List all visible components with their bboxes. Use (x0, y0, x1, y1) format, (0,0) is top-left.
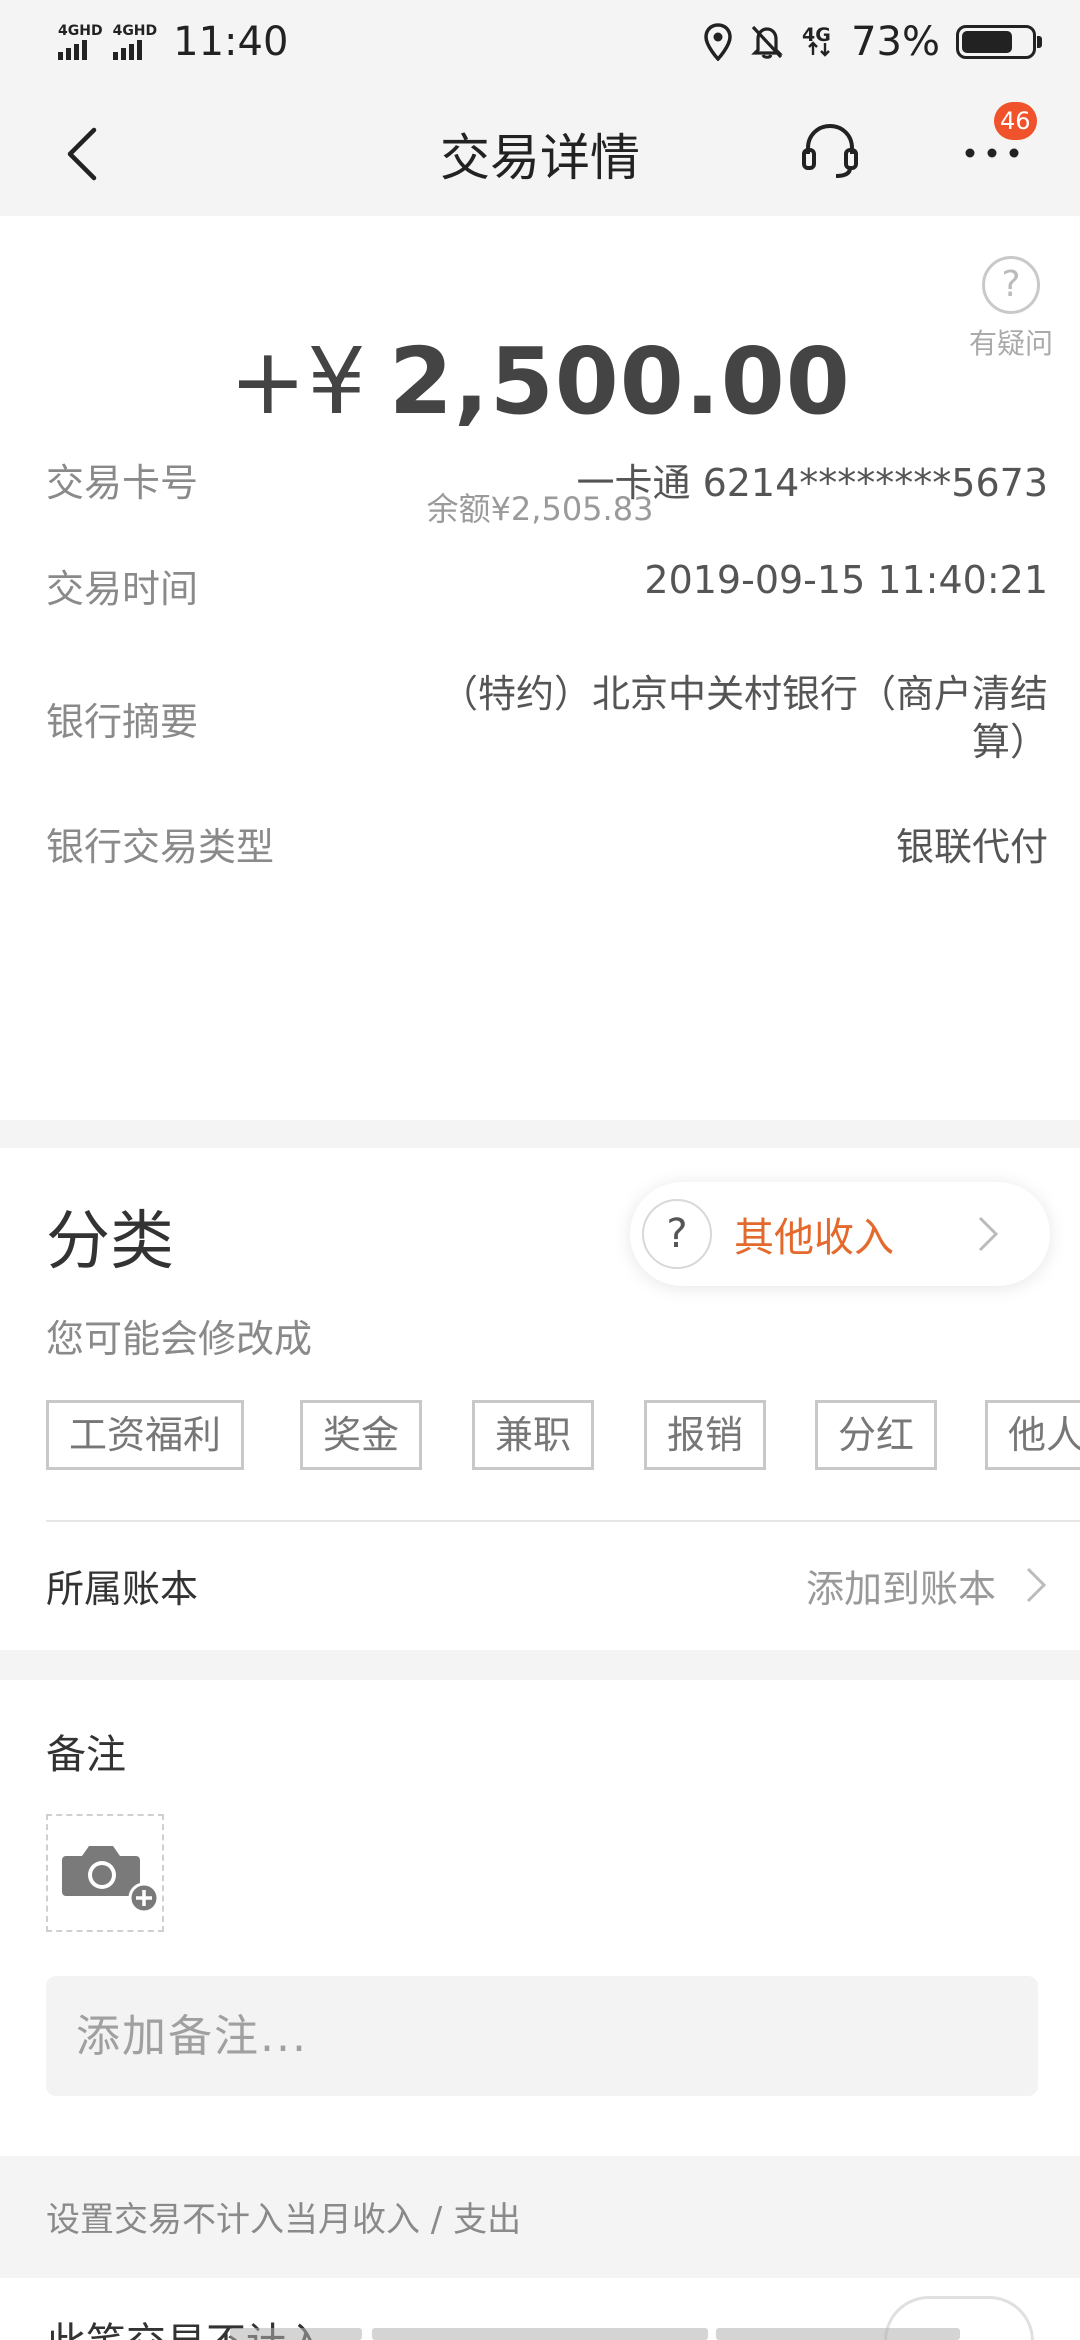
category-selector[interactable]: ? 其他收入 (630, 1182, 1050, 1286)
category-tag[interactable]: 他人转账 (985, 1400, 1080, 1470)
add-photo-button[interactable] (46, 1814, 164, 1932)
nav-bar-segment (230, 2328, 362, 2340)
account-book-row[interactable]: 所属账本 添加到账本 (46, 1522, 1048, 1648)
camera-add-icon (62, 1846, 160, 1914)
amount-value: 2,500.00 (388, 328, 851, 435)
status-bar: 4GHD 4GHD 11:40 4G 73% (0, 0, 1080, 84)
app-header: 交易详情 46 (0, 84, 1080, 216)
location-icon (704, 23, 732, 61)
more-dots-icon[interactable] (962, 138, 1022, 168)
detail-label: 交易时间 (46, 567, 199, 611)
battery-icon (956, 25, 1042, 59)
battery-fill (962, 31, 1012, 53)
question-icon: ? (982, 256, 1040, 314)
detail-label: 银行交易类型 (46, 825, 275, 869)
question-icon: ? (642, 1199, 712, 1269)
notification-badge: 46 (994, 102, 1037, 140)
status-time: 11:40 (173, 19, 289, 65)
chevron-right-icon (1026, 1567, 1047, 1603)
signal-1-label: 4GHD (58, 23, 103, 39)
exclude-section-header: 设置交易不计入当月收入 / 支出 (46, 2200, 522, 2240)
signal-1: 4GHD (58, 24, 103, 60)
signal-2-label: 4GHD (112, 23, 158, 39)
account-book-label: 所属账本 (46, 1566, 199, 1611)
category-title: 分类 (46, 1205, 174, 1279)
detail-row-type: 银行交易类型 银联代付 (46, 816, 1048, 871)
4g-icon: 4G (802, 24, 831, 57)
transaction-amount: +¥ 2,500.00 (0, 328, 1080, 435)
category-tag[interactable]: 分红 (815, 1400, 938, 1470)
nav-bar-segment (372, 2328, 708, 2340)
bell-muted-icon (751, 25, 783, 59)
detail-row-time: 交易时间 2019-09-15 11:40:21 (46, 558, 1048, 613)
nav-bar-segment (716, 2328, 960, 2340)
chevron-right-icon (978, 1216, 999, 1252)
amount-prefix: +¥ (229, 328, 367, 435)
detail-label: 银行摘要 (46, 699, 199, 744)
note-card: 备注 (0, 1680, 1080, 2156)
category-hint: 您可能会修改成 (46, 1317, 313, 1361)
category-suggestions: 工资福利 奖金 兼职 报销 分红 他人转账 (46, 1400, 1080, 1472)
category-tag[interactable]: 报销 (644, 1400, 767, 1470)
exclude-card: 此笔交易不计入 (0, 2278, 1080, 2340)
detail-value: 2019-09-15 11:40:21 (644, 558, 1048, 602)
headset-icon[interactable] (800, 120, 860, 180)
signal-bars-icon (112, 38, 142, 60)
detail-value: （特约）北京中关村银行（商户清结 算） (440, 670, 1048, 766)
detail-value-line-1: （特约）北京中关村银行（商户清结 (439, 672, 1048, 716)
detail-label: 交易卡号 (46, 461, 199, 505)
category-selected: 其他收入 (734, 1215, 894, 1261)
note-input[interactable] (46, 1976, 1038, 2096)
transaction-card: ? 有疑问 +¥ 2,500.00 余额¥2,505.83 交易卡号 一卡通 62… (0, 216, 1080, 1120)
detail-value-line-2: 算） (971, 720, 1048, 764)
detail-value: 一卡通 6214********5673 (576, 461, 1049, 505)
battery-percent: 73% (851, 19, 940, 65)
svg-text:4G: 4G (802, 24, 831, 46)
signal-2: 4GHD (112, 23, 158, 60)
detail-value: 银联代付 (895, 825, 1048, 869)
note-label: 备注 (46, 1732, 126, 1778)
category-tag[interactable]: 工资福利 (46, 1400, 245, 1470)
category-tag[interactable]: 兼职 (472, 1400, 595, 1470)
page-title: 交易详情 (440, 129, 640, 187)
add-to-book-action[interactable]: 添加到账本 (806, 1558, 1048, 1613)
detail-row-card: 交易卡号 一卡通 6214********5673 (46, 452, 1048, 507)
add-to-book-label: 添加到账本 (805, 1566, 996, 1611)
category-tag[interactable]: 奖金 (300, 1400, 423, 1470)
signal-bars-icon (58, 38, 87, 60)
category-card: 分类 ? 其他收入 您可能会修改成 工资福利 奖金 兼职 报销 分红 他人转账 … (0, 1148, 1080, 1650)
detail-row-summary: 银行摘要 （特约）北京中关村银行（商户清结 算） (46, 668, 1048, 768)
